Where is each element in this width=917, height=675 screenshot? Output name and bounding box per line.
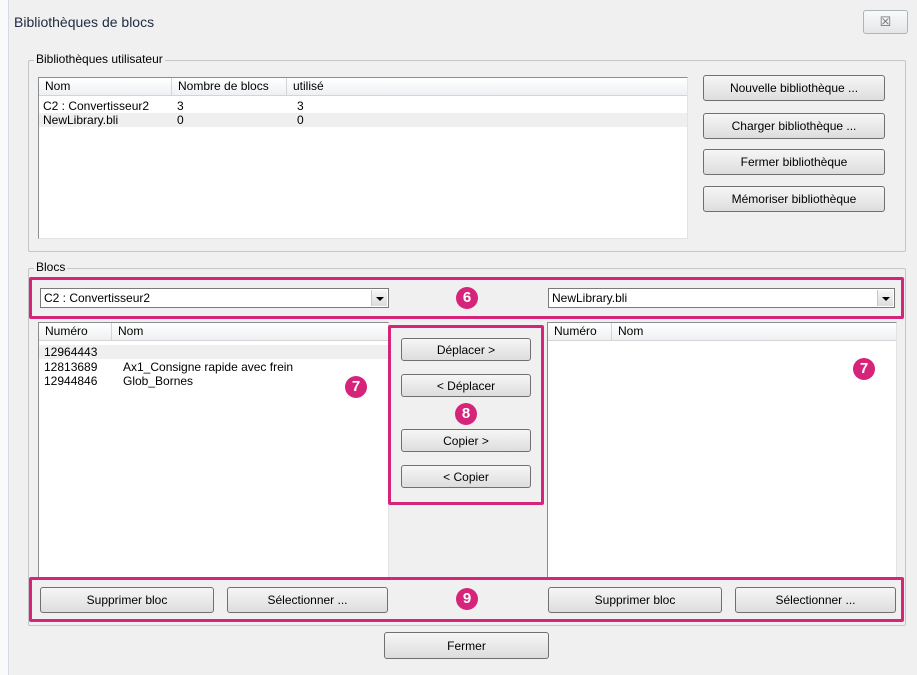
window-left-edge [0, 0, 9, 675]
block-name: Glob_Bornes [123, 374, 194, 388]
column-header-utilise[interactable]: utilisé [287, 78, 687, 95]
callout-badge-7-left: 7 [345, 376, 367, 398]
close-icon: ☒ [879, 14, 892, 29]
library-row[interactable]: NewLibrary.bli 0 0 [39, 113, 687, 127]
column-header-nom[interactable]: Nom [39, 78, 172, 95]
user-libraries-header: Nom Nombre de blocs utilisé [39, 78, 687, 96]
window-title: Bibliothèques de blocs [14, 14, 155, 30]
column-header-nom[interactable]: Nom [112, 323, 388, 340]
library-used-count: 0 [297, 113, 304, 127]
save-library-button[interactable]: Mémoriser bibliothèque [703, 186, 885, 212]
library-block-count: 0 [177, 113, 184, 127]
user-libraries-group-label: Bibliothèques utilisateur [34, 52, 165, 66]
callout-badge-6: 6 [456, 287, 478, 309]
library-name: NewLibrary.bli [43, 113, 119, 127]
user-libraries-list[interactable]: Nom Nombre de blocs utilisé C2 : Convert… [38, 77, 688, 239]
column-header-numero[interactable]: Numéro [39, 323, 112, 340]
callout-badge-7-right: 7 [853, 358, 875, 380]
dialog-window: Bibliothèques de blocs ☒ Bibliothèques u… [0, 0, 917, 675]
new-library-button[interactable]: Nouvelle bibliothèque ... [703, 75, 885, 101]
load-library-button[interactable]: Charger bibliothèque ... [703, 113, 885, 139]
close-dialog-button[interactable]: Fermer [384, 632, 549, 659]
callout-badge-9: 9 [456, 588, 478, 610]
block-name: Ax1_Consigne rapide avec frein [123, 360, 294, 374]
library-used-count: 3 [297, 99, 304, 113]
right-blocks-header: Numéro Nom [548, 323, 896, 341]
block-row[interactable]: 12964443 [39, 345, 388, 359]
left-blocks-list[interactable]: Numéro Nom 12964443 12813689 Ax1_Consign… [38, 322, 389, 580]
callout-badge-8: 8 [455, 403, 477, 425]
column-header-nombre-blocs[interactable]: Nombre de blocs [172, 78, 287, 95]
library-row[interactable]: C2 : Convertisseur2 3 3 [39, 99, 687, 113]
block-row[interactable]: 12813689 Ax1_Consigne rapide avec frein [39, 360, 388, 374]
block-row[interactable]: 12944846 Glob_Bornes [39, 374, 388, 388]
column-header-numero[interactable]: Numéro [548, 323, 612, 340]
library-name: C2 : Convertisseur2 [43, 99, 150, 113]
close-window-button[interactable]: ☒ [863, 10, 908, 34]
block-number: 12813689 [44, 360, 98, 374]
close-library-button[interactable]: Fermer bibliothèque [703, 149, 885, 175]
library-block-count: 3 [177, 99, 184, 113]
right-blocks-list[interactable]: Numéro Nom [547, 322, 897, 580]
column-header-nom[interactable]: Nom [612, 323, 896, 340]
block-number: 12964443 [44, 345, 98, 359]
block-number: 12944846 [44, 374, 98, 388]
left-blocks-header: Numéro Nom [39, 323, 388, 341]
blocks-group-label: Blocs [34, 260, 68, 274]
